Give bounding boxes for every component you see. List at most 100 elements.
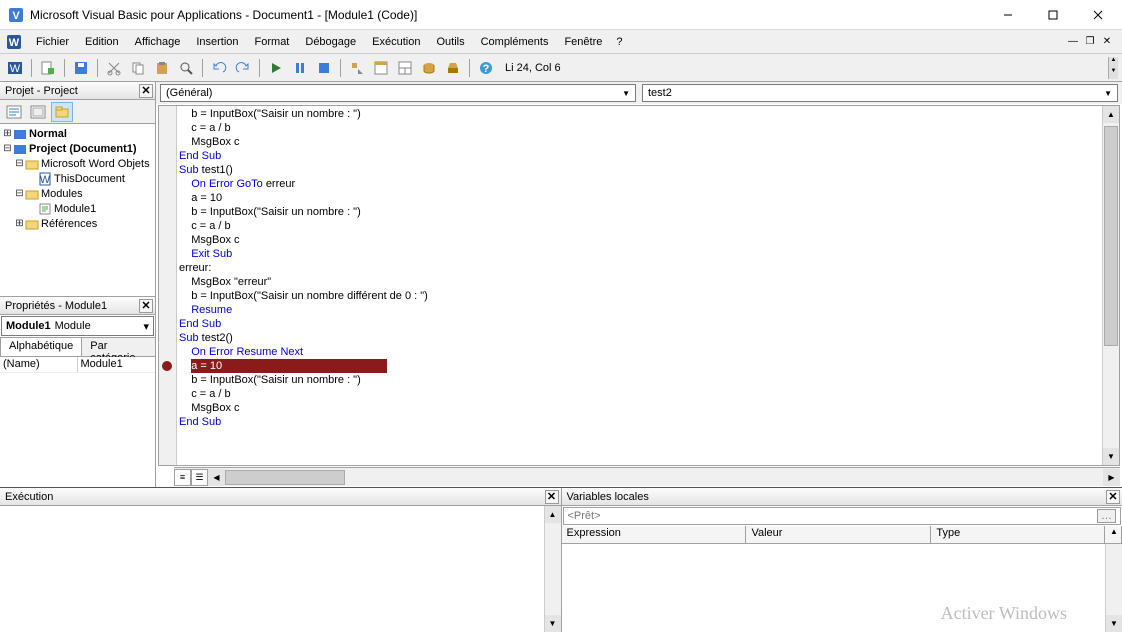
locals-col-expression[interactable]: Expression (562, 526, 747, 543)
properties-object-combo[interactable]: Module1Module▾ (1, 316, 154, 336)
properties-window-button[interactable] (394, 57, 416, 79)
code-line[interactable]: MsgBox c (179, 401, 1102, 415)
horizontal-scrollbar[interactable]: ◀ ▶ (208, 469, 1120, 486)
undo-button[interactable] (208, 57, 230, 79)
immediate-vscroll[interactable]: ▲▼ (544, 506, 561, 632)
help-button[interactable]: ? (475, 57, 497, 79)
code-line[interactable]: MsgBox c (179, 233, 1102, 247)
code-editor[interactable]: b = InputBox("Saisir un nombre : ") c = … (158, 105, 1120, 466)
view-object-button[interactable] (27, 102, 49, 122)
window-minimize-button[interactable] (985, 1, 1030, 29)
code-line[interactable]: a = 10 (179, 191, 1102, 205)
object-browser-button[interactable] (418, 57, 440, 79)
code-line[interactable]: b = InputBox("Saisir un nombre : ") (179, 373, 1102, 387)
code-line[interactable]: a = 10 (179, 359, 1102, 373)
tree-project-document1[interactable]: ⊟Project (Document1) (2, 141, 153, 156)
view-code-button[interactable] (3, 102, 25, 122)
break-button[interactable] (289, 57, 311, 79)
window-close-button[interactable] (1075, 1, 1120, 29)
code-line[interactable]: On Error GoTo erreur (179, 177, 1102, 191)
tree-references-folder[interactable]: ⊞Références (2, 216, 153, 231)
object-combo[interactable]: (Général)▼ (160, 84, 636, 102)
code-margin[interactable] (159, 106, 177, 465)
paste-button[interactable] (151, 57, 173, 79)
locals-col-type[interactable]: Type (931, 526, 1105, 543)
scroll-up-button[interactable]: ▲ (1103, 106, 1119, 123)
menu-compléments[interactable]: Compléments (473, 33, 557, 51)
code-line[interactable]: b = InputBox("Saisir un nombre différent… (179, 289, 1102, 303)
insert-module-button[interactable] (37, 57, 59, 79)
menu-affichage[interactable]: Affichage (127, 33, 189, 51)
hscroll-thumb[interactable] (225, 470, 345, 485)
mdi-close-button[interactable]: ✕ (1100, 35, 1114, 49)
view-word-button[interactable]: W (4, 57, 26, 79)
code-line[interactable]: End Sub (179, 149, 1102, 163)
code-line[interactable]: End Sub (179, 415, 1102, 429)
window-maximize-button[interactable] (1030, 1, 1075, 29)
code-text-area[interactable]: b = InputBox("Saisir un nombre : ") c = … (177, 106, 1102, 465)
run-button[interactable] (265, 57, 287, 79)
menu-insertion[interactable]: Insertion (188, 33, 246, 51)
immediate-panel-close-button[interactable]: ✕ (545, 490, 559, 504)
properties-grid[interactable]: (Name) Module1 (0, 357, 155, 487)
code-line[interactable]: End Sub (179, 317, 1102, 331)
mdi-minimize-button[interactable]: — (1066, 35, 1080, 49)
code-line[interactable]: b = InputBox("Saisir un nombre : ") (179, 205, 1102, 219)
project-explorer-button[interactable] (370, 57, 392, 79)
code-line[interactable]: b = InputBox("Saisir un nombre : ") (179, 107, 1102, 121)
mdi-restore-button[interactable]: ❐ (1083, 35, 1097, 49)
reset-button[interactable] (313, 57, 335, 79)
menu-format[interactable]: Format (247, 33, 298, 51)
toolbox-button[interactable] (442, 57, 464, 79)
code-line[interactable]: On Error Resume Next (179, 345, 1102, 359)
project-panel-close-button[interactable]: ✕ (139, 84, 153, 98)
locals-context-more-button[interactable]: … (1097, 509, 1116, 523)
project-tree[interactable]: ⊞Normal ⊟Project (Document1) ⊟Microsoft … (0, 124, 155, 296)
tree-word-objects-folder[interactable]: ⊟Microsoft Word Objets (2, 156, 153, 171)
menu-help[interactable]: ? (610, 33, 628, 51)
scroll-down-button[interactable]: ▼ (1103, 448, 1119, 465)
cut-button[interactable] (103, 57, 125, 79)
vscroll-thumb[interactable] (1104, 126, 1118, 346)
menu-débogage[interactable]: Débogage (297, 33, 364, 51)
code-line[interactable]: Resume (179, 303, 1102, 317)
properties-tab-alphabetic[interactable]: Alphabétique (0, 337, 82, 356)
menu-outils[interactable]: Outils (428, 33, 472, 51)
scroll-right-button[interactable]: ▶ (1103, 469, 1120, 486)
properties-panel-close-button[interactable]: ✕ (139, 299, 153, 313)
tree-normal-project[interactable]: ⊞Normal (2, 126, 153, 141)
vertical-scrollbar[interactable]: ▲ ▼ (1102, 106, 1119, 465)
code-line[interactable]: Sub test1() (179, 163, 1102, 177)
menu-edition[interactable]: Edition (77, 33, 127, 51)
code-line[interactable]: MsgBox c (179, 135, 1102, 149)
save-button[interactable] (70, 57, 92, 79)
toggle-folders-button[interactable] (51, 102, 73, 122)
locals-grid[interactable] (562, 544, 1106, 632)
locals-vscroll[interactable]: ▼ (1105, 544, 1122, 632)
code-line[interactable]: c = a / b (179, 387, 1102, 401)
properties-tab-category[interactable]: Par catégorie (81, 337, 156, 356)
redo-button[interactable] (232, 57, 254, 79)
locals-context-combo[interactable]: <Prêt>… (563, 507, 1122, 525)
immediate-window-textarea[interactable] (0, 506, 544, 632)
menu-fenêtre[interactable]: Fenêtre (556, 33, 610, 51)
code-line[interactable]: Sub test2() (179, 331, 1102, 345)
procedure-combo[interactable]: test2▼ (642, 84, 1118, 102)
tree-thisdocument[interactable]: WThisDocument (2, 171, 153, 186)
locals-panel-close-button[interactable]: ✕ (1106, 490, 1120, 504)
find-button[interactable] (175, 57, 197, 79)
code-line[interactable]: Exit Sub (179, 247, 1102, 261)
copy-button[interactable] (127, 57, 149, 79)
tree-modules-folder[interactable]: ⊟Modules (2, 186, 153, 201)
locals-col-value[interactable]: Valeur (746, 526, 931, 543)
procedure-view-button[interactable]: ≡ (174, 469, 191, 486)
property-row-name[interactable]: (Name) Module1 (0, 357, 155, 373)
design-mode-button[interactable] (346, 57, 368, 79)
code-line[interactable]: erreur: (179, 261, 1102, 275)
tree-module1[interactable]: Module1 (2, 201, 153, 216)
code-line[interactable]: c = a / b (179, 121, 1102, 135)
breakpoint-marker[interactable] (162, 361, 172, 371)
scroll-left-button[interactable]: ◀ (208, 469, 225, 486)
menu-fichier[interactable]: Fichier (28, 33, 77, 51)
code-line[interactable]: c = a / b (179, 219, 1102, 233)
